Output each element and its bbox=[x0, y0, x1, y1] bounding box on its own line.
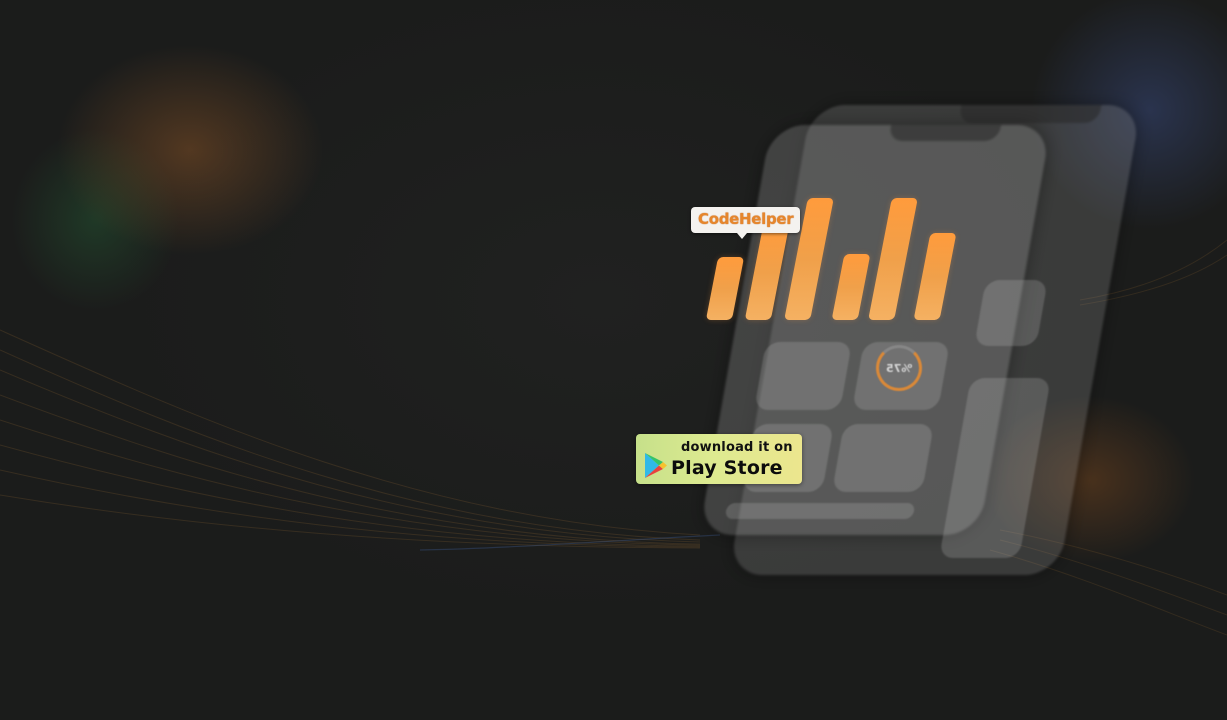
mockup-tile bbox=[832, 424, 934, 492]
hero-background: %75 CodeHelper download it on Play Store bbox=[0, 0, 1227, 720]
mockup-tile bbox=[724, 503, 916, 519]
phone-mockup-illustration: %75 bbox=[0, 0, 1227, 720]
play-store-icon bbox=[645, 453, 667, 478]
mockup-tile bbox=[974, 280, 1048, 346]
store-badge-caption: download it on bbox=[681, 440, 793, 455]
gauge-value: %75 bbox=[885, 361, 913, 375]
phone-notch bbox=[958, 105, 1102, 123]
phone-notch bbox=[888, 125, 1002, 141]
brand-label: CodeHelper bbox=[691, 207, 801, 239]
store-badge-title: Play Store bbox=[671, 457, 783, 479]
play-store-button[interactable]: download it on Play Store bbox=[636, 434, 802, 484]
mockup-tile bbox=[754, 342, 852, 410]
progress-gauge: %75 bbox=[876, 345, 922, 391]
brand-name: CodeHelper bbox=[698, 210, 794, 228]
